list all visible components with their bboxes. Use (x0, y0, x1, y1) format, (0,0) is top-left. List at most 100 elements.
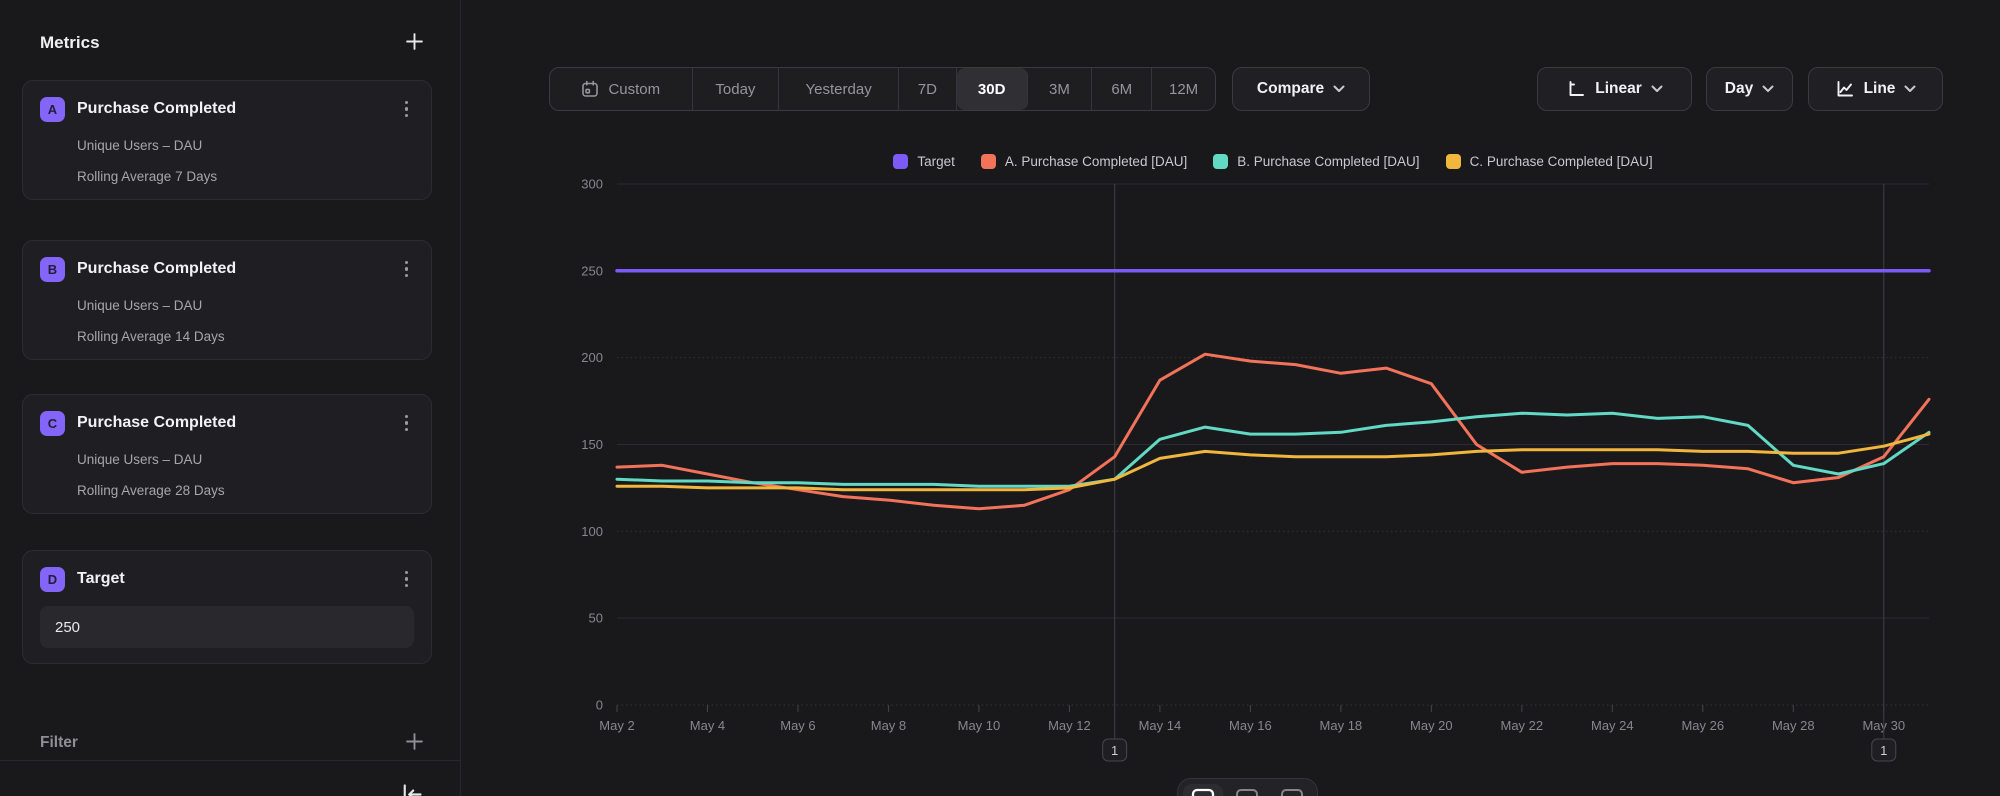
plus-icon (405, 32, 424, 54)
y-axis-label: 0 (596, 698, 603, 713)
chevron-down-icon (1762, 85, 1774, 93)
metric-card-c[interactable]: C Purchase Completed Unique Users – DAU … (22, 394, 432, 514)
series-line[interactable] (617, 434, 1929, 490)
filter-section-header: Filter (40, 730, 426, 756)
metric-measure: Unique Users – DAU (77, 298, 414, 313)
metric-card-head: C Purchase Completed (40, 410, 414, 436)
x-axis-label: May 6 (780, 718, 815, 733)
view-toggle-table[interactable] (1227, 784, 1267, 796)
metric-menu-button[interactable] (399, 411, 415, 436)
legend-label: B. Purchase Completed [DAU] (1237, 154, 1419, 169)
x-axis-label: May 14 (1139, 718, 1182, 733)
range-12m[interactable]: 12M (1152, 68, 1215, 110)
chevron-down-icon (1904, 85, 1916, 93)
x-axis-label: May 4 (690, 718, 725, 733)
target-value-input[interactable] (40, 606, 414, 648)
range-custom[interactable]: Custom (550, 68, 693, 110)
metric-title: Purchase Completed (77, 100, 399, 118)
range-label: 6M (1111, 81, 1132, 98)
legend-item[interactable]: Target (893, 154, 955, 169)
range-today[interactable]: Today (693, 68, 780, 110)
x-axis-label: May 28 (1772, 718, 1815, 733)
scale-dropdown[interactable]: Linear (1537, 67, 1692, 111)
x-axis-label: May 26 (1681, 718, 1724, 733)
x-axis-label: May 8 (871, 718, 906, 733)
granularity-dropdown[interactable]: Day (1706, 67, 1793, 111)
add-metric-button[interactable] (403, 30, 426, 56)
compare-dropdown[interactable]: Compare (1232, 67, 1370, 111)
x-axis-label: May 12 (1048, 718, 1091, 733)
y-axis-label: 200 (581, 350, 603, 365)
line-chart[interactable]: 0 50 100 150 200 250 300 May 2 May 4 May 6 May 8 Ma… (461, 176, 2000, 796)
metric-card-target[interactable]: D Target (22, 550, 432, 664)
metric-transform: Rolling Average 14 Days (77, 329, 414, 344)
chart-type-label: Line (1864, 80, 1896, 98)
compare-label: Compare (1257, 80, 1324, 98)
sidebar-footer-divider (0, 760, 460, 761)
y-axis-label: 150 (581, 437, 603, 452)
metric-title: Purchase Completed (77, 260, 399, 278)
legend-item[interactable]: A. Purchase Completed [DAU] (981, 154, 1187, 169)
split-view-icon (1280, 788, 1304, 796)
metric-card-a[interactable]: A Purchase Completed Unique Users – DAU … (22, 80, 432, 200)
metric-card-head: B Purchase Completed (40, 256, 414, 282)
scale-label: Linear (1595, 80, 1642, 98)
sidebar-title: Metrics (40, 33, 100, 53)
view-toggle-split[interactable] (1272, 784, 1312, 796)
legend-item[interactable]: C. Purchase Completed [DAU] (1446, 154, 1653, 169)
metric-title: Purchase Completed (77, 414, 399, 432)
annotation-badge[interactable]: 1 (1103, 739, 1127, 761)
y-axis-label: 100 (581, 524, 603, 539)
metric-menu-button[interactable] (399, 97, 415, 122)
granularity-label: Day (1725, 80, 1753, 98)
range-yesterday[interactable]: Yesterday (779, 68, 899, 110)
chart-view-icon (1191, 788, 1215, 796)
series-line[interactable] (617, 354, 1929, 509)
line-chart-icon (1835, 79, 1855, 99)
legend-swatch (893, 154, 908, 169)
range-30d-active[interactable]: 30D (957, 68, 1028, 110)
y-axis-label: 300 (581, 177, 603, 192)
axis-scale-icon (1566, 79, 1586, 99)
range-label: Today (715, 81, 755, 98)
plus-icon (405, 732, 424, 754)
x-axis-label: May 2 (599, 718, 634, 733)
metric-title: Target (77, 570, 399, 588)
y-axis-label: 50 (589, 611, 603, 626)
metric-measure: Unique Users – DAU (77, 138, 414, 153)
legend-item[interactable]: B. Purchase Completed [DAU] (1213, 154, 1419, 169)
x-axis-label: May 20 (1410, 718, 1453, 733)
filter-label: Filter (40, 734, 78, 752)
legend-swatch (981, 154, 996, 169)
annotation-badge[interactable]: 1 (1872, 739, 1896, 761)
legend-label: A. Purchase Completed [DAU] (1005, 154, 1187, 169)
metric-measure: Unique Users – DAU (77, 452, 414, 467)
range-label: 7D (918, 81, 937, 98)
view-toggle-chart[interactable] (1183, 784, 1223, 796)
table-view-icon (1235, 788, 1259, 796)
time-range-segmented-control: Custom Today Yesterday 7D 30D 3M 6M 12M (549, 67, 1216, 111)
y-axis-label: 250 (581, 263, 603, 278)
chart-panel: Custom Today Yesterday 7D 30D 3M 6M 12M … (461, 0, 2000, 796)
x-axis-label: May 10 (958, 718, 1001, 733)
collapse-sidebar-button[interactable] (396, 779, 427, 796)
metric-transform: Rolling Average 7 Days (77, 169, 414, 184)
series-line[interactable] (617, 413, 1929, 486)
view-toggle-group (1177, 778, 1318, 796)
metric-card-b[interactable]: B Purchase Completed Unique Users – DAU … (22, 240, 432, 360)
chevron-down-icon (1651, 85, 1663, 93)
range-3m[interactable]: 3M (1028, 68, 1093, 110)
range-label: Custom (608, 81, 660, 98)
metric-menu-button[interactable] (399, 567, 415, 592)
legend-swatch (1446, 154, 1461, 169)
metric-card-head: D Target (40, 566, 414, 592)
chart-type-dropdown[interactable]: Line (1808, 67, 1943, 111)
add-filter-button[interactable] (403, 730, 426, 756)
svg-text:1: 1 (1880, 743, 1887, 758)
metric-menu-button[interactable] (399, 257, 415, 282)
range-6m[interactable]: 6M (1092, 68, 1152, 110)
range-7d[interactable]: 7D (899, 68, 957, 110)
chart-legend: Target A. Purchase Completed [DAU] B. Purc… (617, 154, 1929, 169)
x-axis-label: May 22 (1501, 718, 1544, 733)
legend-swatch (1213, 154, 1228, 169)
